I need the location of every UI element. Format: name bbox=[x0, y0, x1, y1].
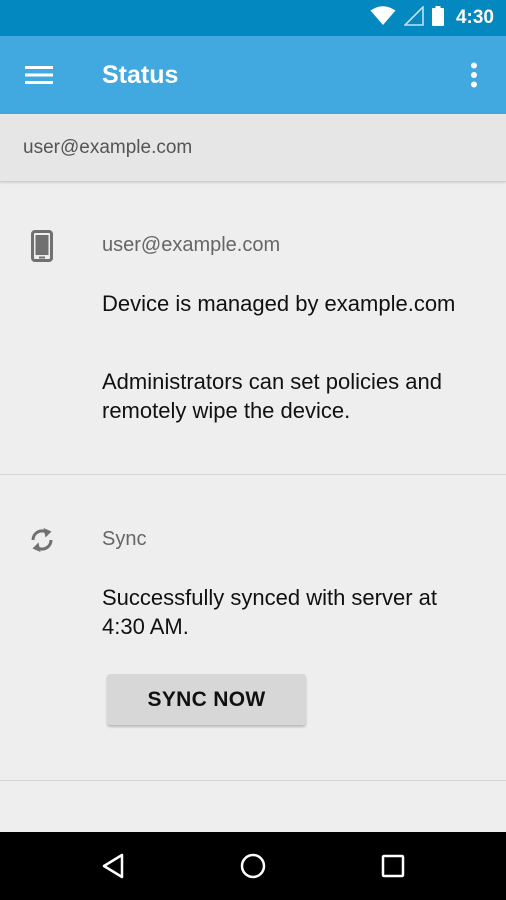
battery-icon bbox=[431, 5, 444, 31]
status-bar: 4:30 bbox=[0, 0, 506, 36]
back-icon[interactable] bbox=[91, 846, 135, 886]
sync-icon bbox=[28, 523, 56, 557]
wifi-icon bbox=[370, 5, 396, 31]
recents-icon[interactable] bbox=[371, 846, 415, 886]
signal-icon bbox=[403, 4, 424, 31]
sync-label: Sync bbox=[102, 528, 147, 550]
page-title: Status bbox=[102, 61, 179, 89]
account-email: user@example.com bbox=[23, 137, 193, 158]
more-vert-icon[interactable] bbox=[456, 53, 492, 97]
sync-card: Sync Successfully synced with server at … bbox=[0, 475, 506, 780]
home-icon[interactable] bbox=[231, 846, 275, 886]
divider bbox=[0, 780, 506, 781]
device-card: user@example.com Device is managed by ex… bbox=[0, 183, 506, 474]
status-icons: 4:30 bbox=[370, 0, 494, 36]
sync-now-button[interactable]: SYNC NOW bbox=[107, 674, 306, 725]
phone-icon bbox=[28, 229, 56, 263]
device-managed-text: Device is managed by example.com bbox=[102, 291, 456, 316]
sync-status-text: Successfully synced with server at 4:30 … bbox=[102, 585, 438, 639]
device-account-label: user@example.com bbox=[102, 234, 281, 256]
app-bar: Status bbox=[0, 36, 506, 114]
hamburger-menu-icon[interactable] bbox=[16, 53, 62, 97]
account-header: user@example.com bbox=[0, 114, 506, 182]
navigation-bar bbox=[0, 832, 506, 900]
device-admin-text: Administrators can set policies and remo… bbox=[102, 369, 442, 423]
status-time: 4:30 bbox=[455, 7, 494, 28]
